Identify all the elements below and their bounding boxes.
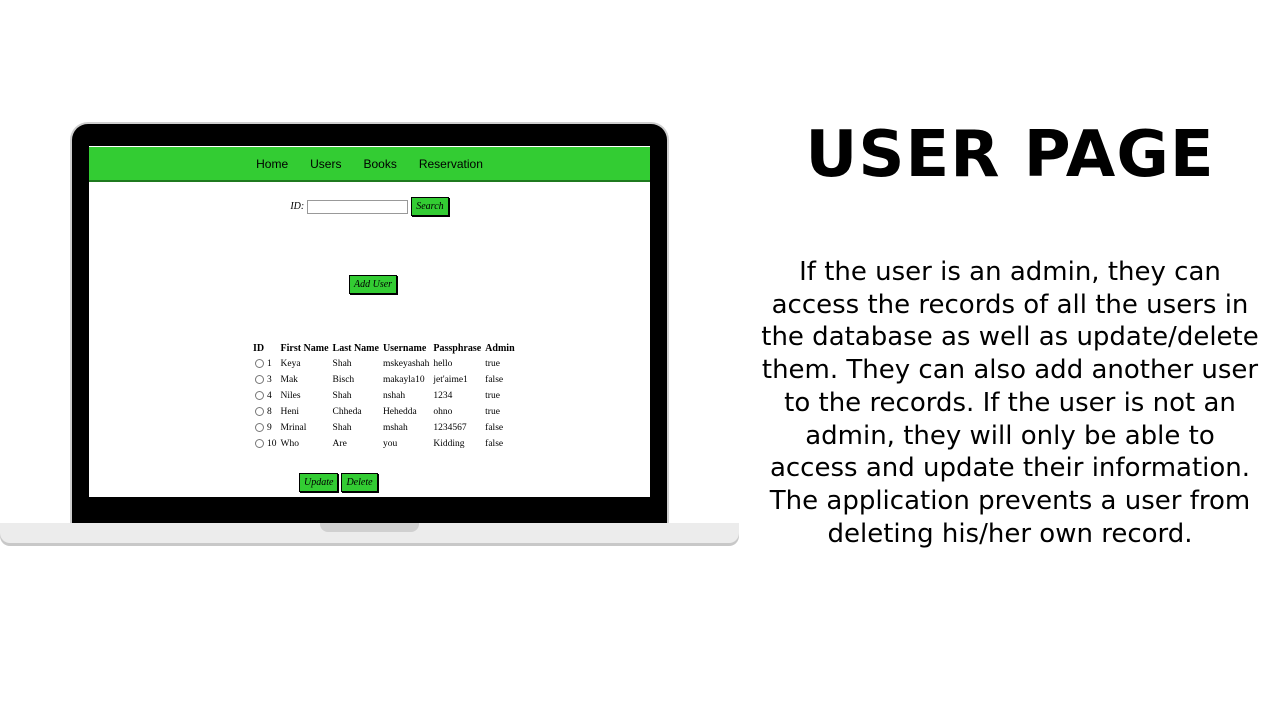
row-select-radio[interactable]	[255, 423, 264, 433]
row-select-radio[interactable]	[255, 375, 264, 385]
row-last-name: Chheda	[332, 407, 362, 417]
row-first-name: Mak	[280, 375, 298, 385]
update-button[interactable]: Update	[299, 473, 339, 492]
add-user-button[interactable]: Add User	[349, 275, 398, 294]
row-id-cell: 3	[251, 372, 279, 388]
row-first-name: Who	[280, 439, 299, 449]
id-label: ID:	[290, 201, 305, 212]
col-passphrase: Passphrase	[433, 342, 482, 354]
row-passphrase: 1234567	[433, 423, 467, 433]
row-username: you	[382, 439, 398, 449]
row-passphrase: hello	[433, 359, 453, 369]
search-button[interactable]: Search	[411, 197, 449, 216]
slide-description: If the user is an admin, they can access…	[761, 257, 1259, 549]
row-last-name: Bisch	[332, 375, 355, 385]
row-select-radio[interactable]	[255, 391, 264, 401]
row-username: Hehedda	[382, 407, 417, 417]
row-username: nshah	[382, 391, 406, 401]
row-admin: false	[485, 423, 504, 433]
table-row: 10 Who Are you Kidding false	[251, 436, 517, 452]
nav-users[interactable]: Users	[310, 157, 341, 171]
col-admin: Admin	[485, 342, 515, 354]
row-id: 3	[267, 375, 272, 385]
row-passphrase: Kidding	[433, 439, 465, 449]
col-id: ID	[253, 342, 265, 354]
row-select-radio[interactable]	[255, 407, 264, 417]
id-input[interactable]	[307, 199, 409, 214]
users-table: ID First Name Last Name Username Passphr…	[251, 340, 517, 452]
slide-title: USER PAGE	[805, 118, 1215, 192]
table-header-row: ID First Name Last Name Username Passphr…	[251, 340, 517, 356]
row-last-name: Shah	[332, 391, 352, 401]
table-row: 9 Mrinal Shah mshah 1234567 false	[251, 420, 517, 436]
col-first-name: First Name	[280, 342, 329, 354]
laptop-notch	[320, 523, 419, 532]
nav-home[interactable]: Home	[256, 157, 288, 171]
table-row: 4 Niles Shah nshah 1234 true	[251, 388, 517, 404]
row-id: 9	[267, 423, 272, 433]
row-username: makayla10	[382, 375, 425, 385]
action-row: Update Delete	[299, 473, 378, 492]
row-admin: false	[485, 375, 504, 385]
row-first-name: Heni	[280, 407, 299, 417]
col-last-name: Last Name	[332, 342, 379, 354]
row-id-cell: 4	[251, 388, 279, 404]
row-last-name: Shah	[332, 423, 352, 433]
nav-books[interactable]: Books	[363, 157, 396, 171]
add-user-wrap: Add User	[349, 272, 398, 294]
row-passphrase: 1234	[433, 391, 453, 401]
laptop-screen: Home Users Books Reservation ID: Search …	[89, 146, 650, 497]
row-first-name: Mrinal	[280, 423, 307, 433]
row-first-name: Keya	[280, 359, 301, 369]
row-username: mskeyashah	[382, 359, 430, 369]
row-id-cell: 9	[251, 420, 279, 436]
row-last-name: Are	[332, 439, 347, 449]
row-passphrase: ohno	[433, 407, 453, 417]
row-admin: true	[485, 359, 500, 369]
delete-button[interactable]: Delete	[341, 473, 378, 492]
search-row: ID: Search	[89, 197, 650, 216]
row-admin: true	[485, 407, 500, 417]
col-username: Username	[382, 342, 427, 354]
row-id-cell: 8	[251, 404, 279, 420]
row-id: 1	[267, 359, 272, 369]
row-id: 10	[267, 439, 277, 449]
table-row: 8 Heni Chheda Hehedda ohno true	[251, 404, 517, 420]
row-passphrase: jet'aime1	[433, 375, 468, 385]
row-select-radio[interactable]	[255, 359, 264, 369]
table-row: 1 Keya Shah mskeyashah hello true	[251, 356, 517, 372]
row-last-name: Shah	[332, 359, 352, 369]
row-id: 8	[267, 407, 272, 417]
row-admin: true	[485, 391, 500, 401]
row-admin: false	[485, 439, 504, 449]
row-select-radio[interactable]	[255, 439, 264, 449]
row-id-cell: 1	[251, 356, 279, 372]
row-id-cell: 10	[251, 436, 279, 452]
navbar: Home Users Books Reservation	[89, 147, 650, 182]
table-row: 3 Mak Bisch makayla10 jet'aime1 false	[251, 372, 517, 388]
row-username: mshah	[382, 423, 408, 433]
row-id: 4	[267, 391, 272, 401]
nav-reservation[interactable]: Reservation	[419, 157, 483, 171]
row-first-name: Niles	[280, 391, 301, 401]
